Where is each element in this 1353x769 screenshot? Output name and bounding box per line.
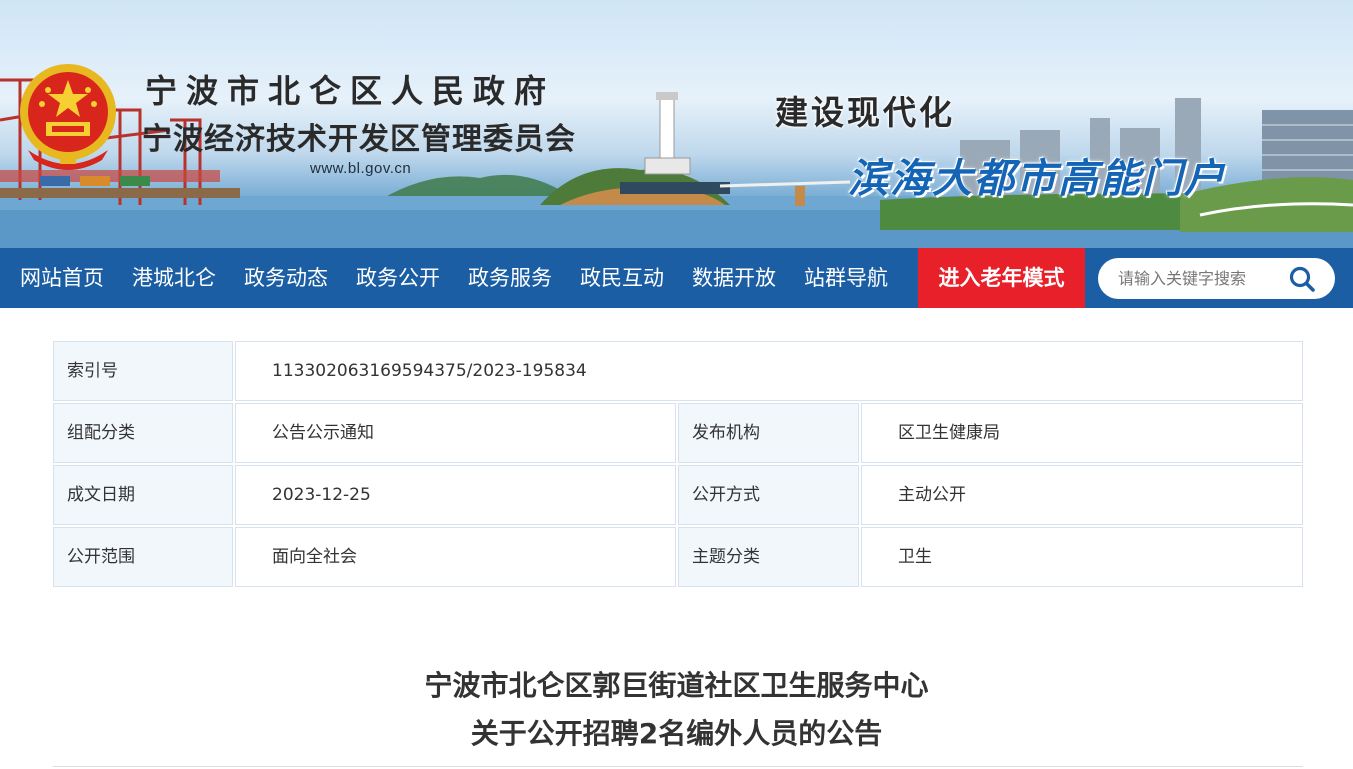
elder-mode-button[interactable]: 进入老年模式 [918, 248, 1085, 308]
index-value: 113302063169594375/2023-195834 [235, 341, 1303, 401]
publisher-label: 发布机构 [678, 403, 859, 463]
info-row-index: 索引号 113302063169594375/2023-195834 [53, 341, 1303, 403]
category-label: 组配分类 [53, 403, 233, 463]
info-row-category: 组配分类 公告公示通知 发布机构 区卫生健康局 [53, 403, 1303, 465]
site-name-line2: 宁波经济技术开发区管理委员会 [142, 122, 576, 157]
topic-value: 卫生 [861, 527, 1303, 587]
date-label: 成文日期 [53, 465, 233, 525]
nav-item-port-city[interactable]: 港城北仑 [118, 248, 230, 308]
topic-label: 主题分类 [678, 527, 859, 587]
disclosure-label: 公开方式 [678, 465, 859, 525]
document-info-table: 索引号 113302063169594375/2023-195834 组配分类 … [53, 341, 1303, 589]
slogan-line2: 滨海大都市高能门户 [848, 155, 1226, 202]
disclosure-value: 主动公开 [861, 465, 1303, 525]
info-row-date: 成文日期 2023-12-25 公开方式 主动公开 [53, 465, 1303, 527]
main-nav: 网站首页 港城北仑 政务动态 政务公开 政务服务 政民互动 数据开放 站群导航 … [0, 248, 1353, 308]
site-banner: 宁波市北仑区人民政府 宁波经济技术开发区管理委员会 www.bl.gov.cn … [0, 0, 1353, 248]
nav-links: 网站首页 港城北仑 政务动态 政务公开 政务服务 政民互动 数据开放 站群导航 [6, 248, 902, 308]
scope-label: 公开范围 [53, 527, 233, 587]
slogan-line1: 建设现代化 [775, 93, 955, 132]
nav-item-site-group[interactable]: 站群导航 [790, 248, 902, 308]
nav-item-gov-service[interactable]: 政务服务 [454, 248, 566, 308]
publisher-value: 区卫生健康局 [861, 403, 1303, 463]
info-row-scope: 公开范围 面向全社会 主题分类 卫生 [53, 527, 1303, 589]
title-divider [53, 766, 1303, 767]
nav-item-gov-news[interactable]: 政务动态 [230, 248, 342, 308]
search-box [1098, 258, 1335, 299]
nav-item-open-data[interactable]: 数据开放 [678, 248, 790, 308]
search-input[interactable] [1118, 258, 1288, 299]
site-url: www.bl.gov.cn [310, 160, 412, 177]
search-icon[interactable] [1288, 265, 1316, 293]
national-emblem-icon [20, 64, 116, 170]
category-value: 公告公示通知 [235, 403, 676, 463]
site-name-line1: 宁波市北仑区人民政府 [145, 72, 556, 110]
index-label: 索引号 [53, 341, 233, 401]
nav-item-home[interactable]: 网站首页 [6, 248, 118, 308]
document-title-line2: 关于公开招聘2名编外人员的公告 [470, 717, 883, 750]
nav-item-gov-disclosure[interactable]: 政务公开 [342, 248, 454, 308]
document-title-line1: 宁波市北仑区郭巨街道社区卫生服务中心 [424, 669, 929, 702]
scope-value: 面向全社会 [235, 527, 676, 587]
nav-item-interaction[interactable]: 政民互动 [566, 248, 678, 308]
date-value: 2023-12-25 [235, 465, 676, 525]
document-title: 宁波市北仑区郭巨街道社区卫生服务中心 关于公开招聘2名编外人员的公告 [0, 662, 1353, 758]
